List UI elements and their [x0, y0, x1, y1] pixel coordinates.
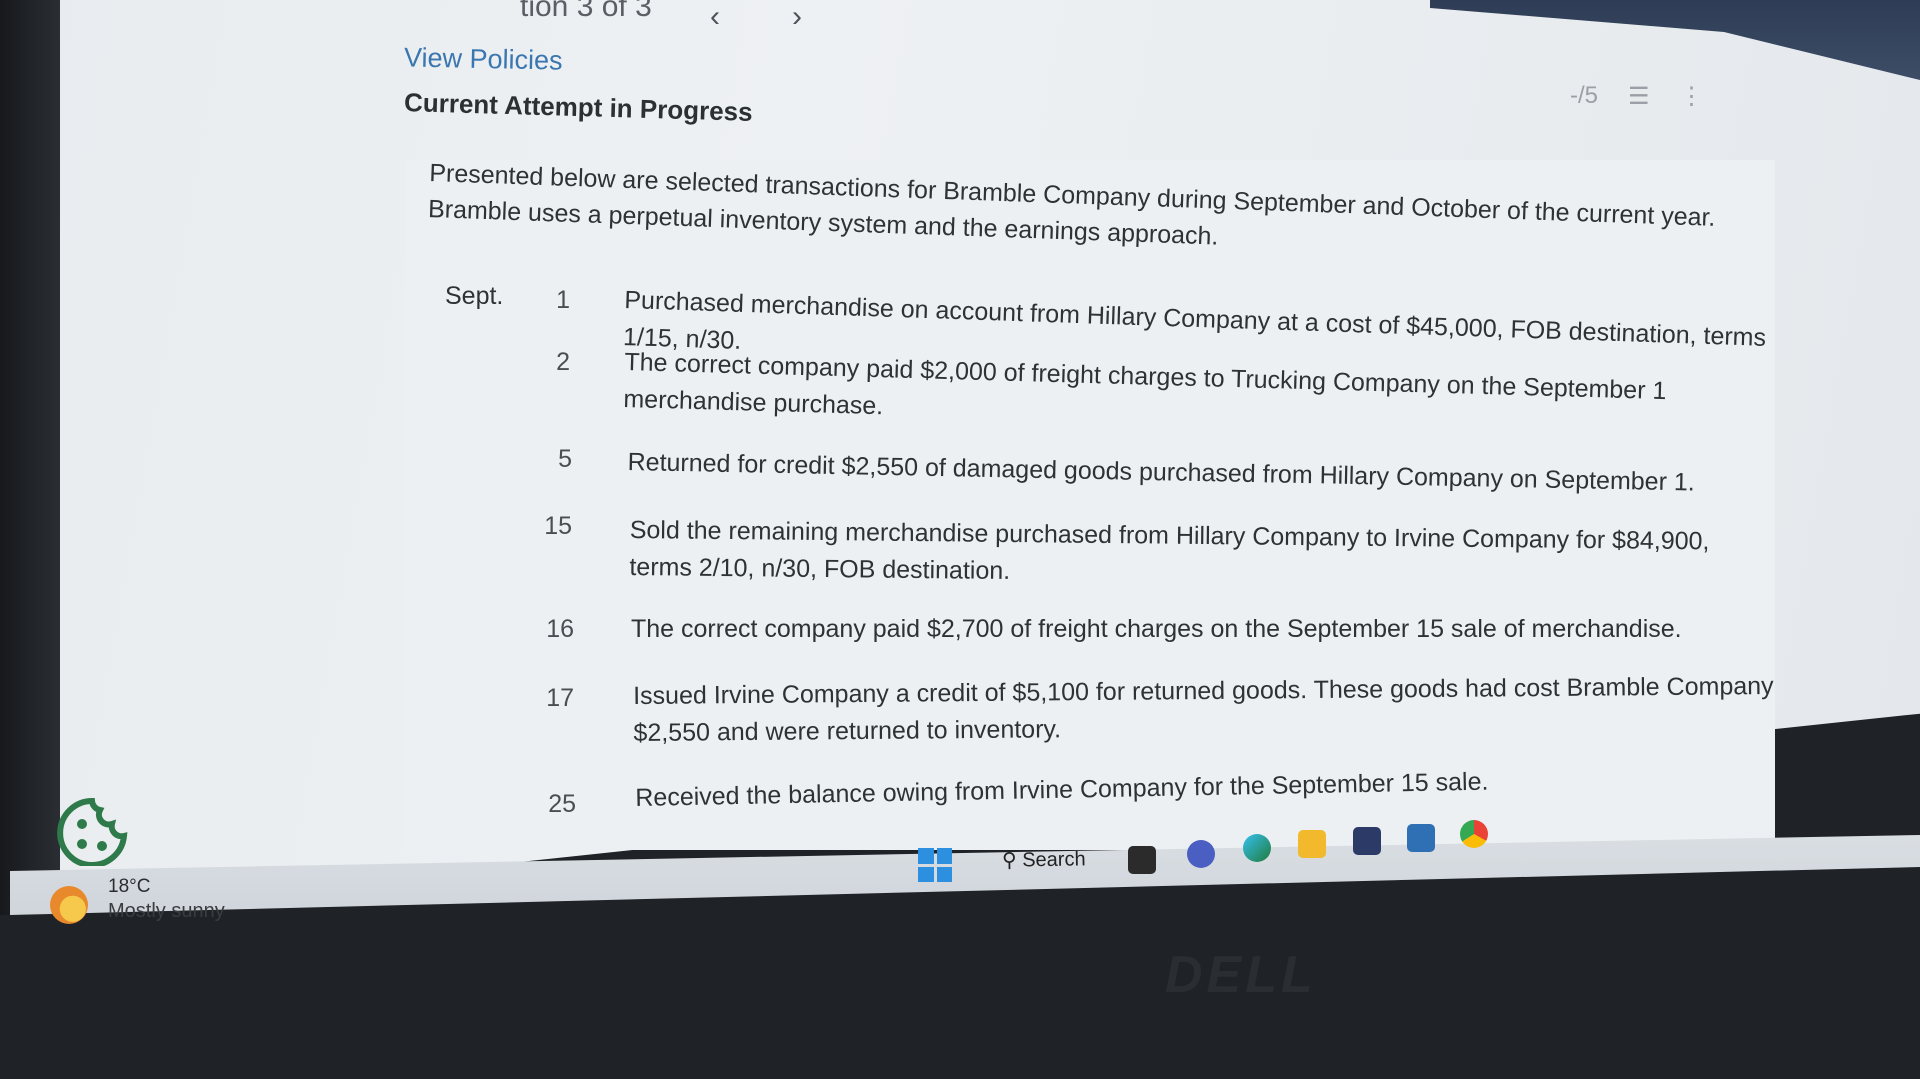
previous-question-button[interactable]: ‹ [710, 0, 720, 34]
task-view-icon[interactable] [1128, 846, 1156, 874]
transaction-day: 15 [544, 512, 572, 540]
file-explorer-icon[interactable] [1298, 830, 1326, 858]
score-text: -/5 [1570, 82, 1599, 109]
mail-icon[interactable] [1407, 824, 1435, 852]
store-icon[interactable] [1353, 827, 1381, 855]
cookie-settings-icon[interactable] [52, 796, 132, 866]
taskbar-search-button[interactable]: ⚲ Search [1002, 846, 1086, 872]
transaction-day: 5 [558, 445, 572, 473]
transaction-text: Sold the remaining merchandise purchased… [629, 515, 1710, 585]
question-nav-title: tion 3 of 3 [520, 0, 652, 23]
chat-icon[interactable] [1187, 840, 1215, 868]
monitor-bezel-left [0, 0, 60, 915]
next-question-button[interactable]: › [792, 0, 802, 34]
chrome-icon[interactable] [1460, 820, 1488, 848]
transaction-month: Sept. [445, 282, 504, 310]
dell-logo: DELL [1165, 946, 1317, 1004]
transaction-day: 1 [556, 286, 570, 314]
transaction-text: The correct company paid $2,700 of freig… [631, 615, 1682, 643]
weather-description: Mostly sunny [108, 900, 225, 922]
transaction-day: 16 [546, 615, 574, 643]
search-icon: ⚲ [1001, 849, 1017, 872]
list-icon[interactable]: ☰ [1628, 82, 1650, 111]
question-tools: -/5 ☰ ⋮ [1570, 82, 1704, 111]
weather-temperature: 18°C [108, 876, 151, 897]
transaction-day: 17 [546, 684, 574, 712]
search-label: Search [1022, 848, 1086, 872]
start-icon[interactable] [918, 848, 952, 882]
transaction-day: 25 [548, 790, 576, 818]
sun-icon [50, 886, 88, 924]
transaction-day: 2 [556, 348, 570, 376]
edge-icon[interactable] [1243, 834, 1271, 862]
transaction-text: Issued Irvine Company a credit of $5,100… [633, 672, 1774, 747]
more-options-icon[interactable]: ⋮ [1680, 82, 1704, 111]
view-policies-link[interactable]: View Policies [404, 42, 563, 76]
